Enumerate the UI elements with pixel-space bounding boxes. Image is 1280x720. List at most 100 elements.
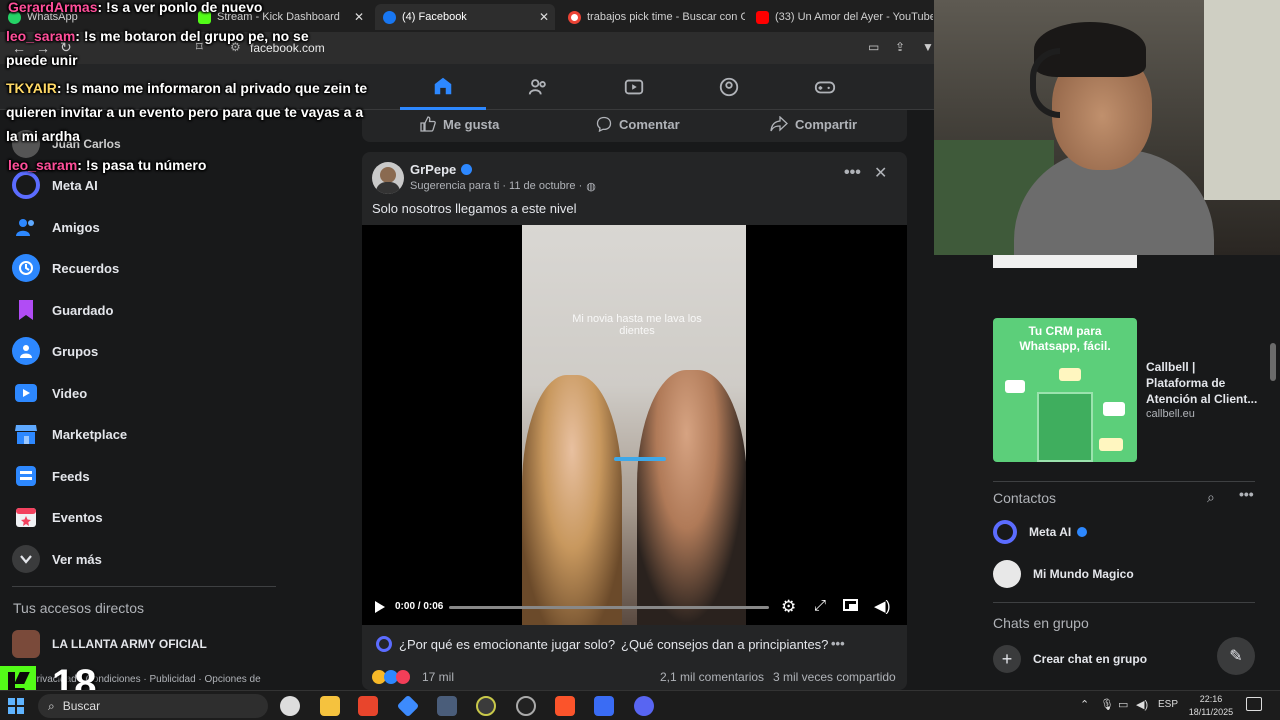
video-icon [624, 79, 644, 95]
create-group-chat-button[interactable]: + Crear chat en grupo [993, 645, 1147, 673]
play-icon[interactable] [374, 600, 386, 619]
sidebar-item-memories[interactable]: Recuerdos [12, 248, 282, 288]
volume-icon[interactable]: ◀) [1136, 698, 1148, 711]
notifications-icon[interactable] [1246, 697, 1262, 711]
chat-message: leo_saram: !s me botaron del grupo pe, n… [6, 28, 309, 68]
divider [993, 481, 1255, 482]
fullscreen-icon[interactable]: ⤢ [814, 597, 826, 614]
microphone-icon[interactable]: 🎙 [1100, 698, 1114, 711]
app-icon[interactable] [396, 694, 420, 718]
volume-icon[interactable]: ◀) [874, 597, 891, 615]
verified-icon [461, 164, 473, 175]
chat-bubble-graphic [1005, 380, 1025, 393]
chat-message: TKYAIR: !s mano me informaron al privado… [6, 80, 368, 144]
sidebar-item-feeds[interactable]: Feeds [12, 456, 282, 496]
share-icon [770, 116, 788, 132]
cast-icon[interactable]: ▭ [868, 40, 879, 54]
post-meta: Sugerencia para ti · 11 de octubre · ◍ [410, 180, 596, 193]
widgets-icon[interactable] [280, 696, 300, 716]
new-message-icon[interactable]: ✎ [1217, 637, 1255, 675]
ad-title[interactable]: Callbell | Plataforma de Atención al Cli… [1146, 359, 1258, 407]
tab-youtube[interactable]: (33) Un Amor del Ayer - YouTube [748, 4, 933, 30]
ai-suggestion[interactable]: ¿Por qué es emocionante jugar solo? [399, 637, 615, 652]
sidebar-item-events[interactable]: Eventos [12, 497, 282, 537]
like-button[interactable]: Me gusta [420, 116, 499, 132]
contact-mi-mundo-magico[interactable]: Mi Mundo Magico [993, 560, 1255, 588]
file-explorer-icon[interactable] [320, 696, 340, 716]
brave-icon[interactable] [555, 696, 575, 716]
contact-meta-ai[interactable]: Meta AI [993, 519, 1255, 545]
comment-count[interactable]: 2,1 mil comentarios [660, 670, 764, 684]
start-icon[interactable] [8, 698, 24, 714]
contacts-options-icon[interactable]: ••• [1239, 486, 1254, 502]
app-icon[interactable] [594, 696, 614, 716]
app-icon[interactable] [476, 696, 496, 716]
ad-banner-strip[interactable] [993, 255, 1137, 268]
sidebar-item-video[interactable]: Video [12, 373, 282, 413]
groups-tab[interactable] [686, 64, 772, 110]
share-count[interactable]: 3 mil veces compartido [773, 670, 896, 684]
shortcuts-heading: Tus accesos directos [13, 600, 144, 616]
toothbrush [614, 457, 666, 461]
language-indicator[interactable]: ESP [1158, 699, 1178, 710]
app-icon[interactable] [437, 696, 457, 716]
home-tab[interactable] [400, 64, 486, 110]
building-graphic [1037, 392, 1093, 462]
search-contacts-icon[interactable]: ⌕ [1207, 489, 1215, 506]
obs-icon[interactable] [516, 696, 536, 716]
picture-in-picture-icon[interactable] [843, 599, 858, 611]
friends-tab[interactable] [495, 64, 581, 110]
close-tab-icon[interactable]: ✕ [354, 10, 364, 24]
tab-google[interactable]: trabajos pick time - Buscar con Go [560, 4, 745, 30]
network-icon[interactable]: ▭ [1118, 698, 1128, 711]
clock[interactable]: 22:16 18/11/2025 [1186, 693, 1236, 719]
reaction-count[interactable]: 17 mil [422, 670, 454, 684]
chevron-down-icon [12, 545, 40, 573]
ad-image-title: Tu CRM para Whatsapp, fácil. [1019, 324, 1111, 353]
contacts-heading: Contactos [993, 490, 1057, 506]
thumbs-up-icon [420, 116, 436, 132]
video-progress-track[interactable] [449, 606, 769, 609]
sidebar-item-friends[interactable]: Amigos [12, 207, 282, 247]
ad-image[interactable]: Tu CRM para Whatsapp, fácil. [993, 318, 1137, 462]
home-icon [434, 77, 452, 94]
sidebar-item-marketplace[interactable]: Marketplace [12, 414, 282, 454]
scrollbar[interactable] [1270, 343, 1276, 381]
chat-message: leo_saram: !s pasa tu número [8, 157, 207, 173]
sidebar-item-saved[interactable]: Guardado [12, 290, 282, 330]
more-suggestions-icon[interactable]: ••• [831, 636, 845, 651]
discord-icon[interactable] [634, 696, 654, 716]
ai-suggestion[interactable]: ¿Qué consejos dan a principiantes? [621, 637, 828, 652]
taskbar-search[interactable]: ⌕ Buscar [38, 694, 268, 718]
reaction-icons[interactable] [372, 670, 410, 684]
sidebar-item-see-more[interactable]: Ver más [12, 539, 282, 579]
shortcut-item[interactable]: LA LLANTA ARMY OFICIAL [12, 624, 282, 664]
video-time: 0:00 / 0:06 [395, 601, 444, 612]
globe-icon: ◍ [586, 181, 596, 193]
right-column: Tu CRM para Whatsapp, fácil. Callbell | … [934, 255, 1280, 690]
tab-facebook[interactable]: (4) Facebook ✕ [375, 4, 555, 30]
video-frame: Mi novia hasta me lava los dientes [522, 225, 746, 625]
share-button[interactable]: Compartir [770, 116, 857, 132]
author-name[interactable]: GrPepe [410, 162, 473, 177]
video-caption: Mi novia hasta me lava los dientes [572, 313, 702, 337]
comment-button[interactable]: Comentar [596, 116, 680, 132]
app-icon[interactable] [358, 696, 378, 716]
sidebar-item-groups[interactable]: Grupos [12, 331, 282, 371]
brave-shield-icon[interactable]: ▼ [922, 40, 934, 54]
video-player[interactable]: Mi novia hasta me lava los dientes 0:00 … [362, 225, 907, 625]
author-avatar[interactable] [372, 162, 404, 194]
gaming-icon [814, 81, 836, 94]
love-icon [396, 670, 410, 684]
video-tab[interactable] [591, 64, 677, 110]
close-tab-icon[interactable]: ✕ [539, 10, 549, 24]
close-post-icon[interactable]: ✕ [874, 163, 887, 183]
share-page-icon[interactable]: ⇪ [895, 40, 905, 54]
settings-icon[interactable]: ⚙ [781, 597, 796, 617]
left-sidebar: Juan Carlos Meta AI Amigos Recuerdos Gua… [0, 110, 290, 690]
meta-ai-icon [993, 520, 1017, 544]
more-options-icon[interactable]: ••• [844, 164, 861, 182]
gaming-tab[interactable] [782, 64, 868, 110]
group-chats-heading: Chats en grupo [993, 615, 1089, 631]
tray-chevron-icon[interactable]: ⌃ [1080, 698, 1089, 711]
